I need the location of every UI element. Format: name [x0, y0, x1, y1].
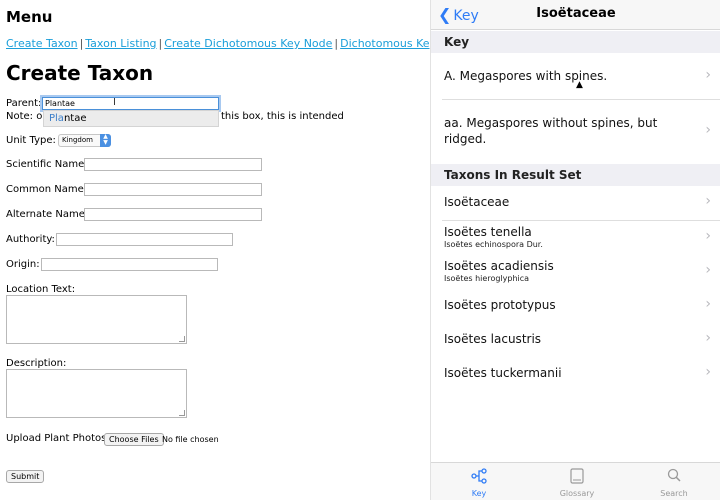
location-text-area[interactable] [6, 295, 187, 344]
taxon-name: Isoëtes lacustris [444, 332, 542, 346]
scientific-name-input[interactable] [84, 158, 262, 171]
origin-input[interactable] [41, 258, 218, 271]
common-name-input[interactable] [84, 183, 262, 196]
mouse-pointer-icon: ▲ [576, 80, 583, 90]
page-title: Create Taxon [6, 61, 154, 85]
taxon-name: Isoëtes prototypus [444, 298, 556, 312]
upload-photos-label: Upload Plant Photos: [6, 433, 110, 444]
nav-separator: | [334, 37, 339, 50]
description-text-area[interactable] [6, 369, 187, 418]
chevron-right-icon: › [705, 330, 711, 346]
nav-separator: | [158, 37, 163, 50]
submit-button[interactable]: Submit [6, 470, 45, 483]
taxon-name: Isoëtes acadiensis [444, 259, 554, 273]
choose-files-button[interactable]: Choose Files [104, 433, 164, 446]
taxon-name: Isoëtes tuckermanii [444, 366, 562, 380]
taxon-synonym: Isoëtes hieroglyphica [444, 274, 530, 283]
taxon-row[interactable]: Isoëtes tenella Isoëtes echinospora Dur.… [431, 221, 720, 255]
results-section-header: Taxons In Result Set [431, 164, 720, 186]
key-tree-icon [449, 468, 509, 486]
tab-label: Search [660, 489, 688, 498]
nav-separator: | [79, 37, 84, 50]
no-file-status: No file chosen [162, 435, 219, 444]
taxon-row[interactable]: Isoëtes tuckermanii › [431, 357, 720, 391]
authority-input[interactable] [56, 233, 233, 246]
autocomplete-suggestion[interactable]: Plantae [43, 110, 219, 127]
chevron-right-icon: › [705, 228, 711, 244]
note-suffix: this box, this is intended [221, 111, 344, 122]
tab-bar: Key Glossary Search [431, 462, 720, 500]
chevron-right-icon: › [705, 122, 711, 138]
taxon-row[interactable]: Isoëtaceae › [431, 186, 720, 220]
taxon-row[interactable]: Isoëtes prototypus › [431, 289, 720, 323]
link-taxon-listing[interactable]: Taxon Listing [85, 37, 156, 50]
scientific-name-label: Scientific Name: [6, 159, 88, 170]
link-create-taxon[interactable]: Create Taxon [6, 37, 78, 50]
unit-type-label: Unit Type: [6, 135, 56, 146]
search-icon [644, 468, 704, 486]
taxon-row[interactable]: Isoëtes acadiensis Isoëtes hieroglyphica… [431, 255, 720, 289]
select-arrows-icon: ▲ ▼ [100, 134, 111, 147]
autocomplete-match: Pla [49, 113, 64, 124]
ios-app-pane: ❮ Key Isoëtaceae Key A. Megaspores with s… [430, 0, 720, 500]
create-taxon-page: Menu Create Taxon | Taxon Listing | Create D… [0, 0, 476, 500]
key-option-label: aa. Megaspores without spines, but ridge… [444, 116, 658, 146]
tab-glossary[interactable]: Glossary [547, 468, 607, 498]
nav-title: Isoëtaceae [536, 6, 616, 21]
location-text-label: Location Text: [6, 284, 76, 295]
tab-label: Glossary [559, 489, 595, 498]
taxon-row[interactable]: Isoëtes lacustris › [431, 323, 720, 357]
parent-label: Parent: [6, 98, 42, 109]
alternate-name-label: Alternate Name: [6, 209, 89, 220]
common-name-label: Common Name: [6, 184, 88, 195]
authority-label: Authority: [6, 234, 55, 245]
description-label: Description: [6, 358, 67, 369]
unit-type-select[interactable]: Kingdom ▲ ▼ [58, 134, 111, 147]
parent-input[interactable] [42, 97, 219, 110]
tab-search[interactable]: Search [644, 468, 704, 498]
chevron-right-icon: › [705, 262, 711, 278]
menu-title: Menu [6, 8, 53, 26]
alternate-name-input[interactable] [84, 208, 262, 221]
autocomplete-rest: ntae [63, 113, 87, 124]
taxon-synonym: Isoëtes echinospora Dur. [444, 240, 543, 249]
book-icon [547, 468, 607, 486]
taxon-name: Isoëtaceae [444, 195, 510, 209]
text-cursor-icon: I [113, 97, 116, 108]
taxon-name: Isoëtes tenella [444, 225, 532, 239]
tab-key[interactable]: Key [449, 468, 509, 498]
key-option-row[interactable]: A. Megaspores with spines. › [431, 53, 720, 99]
key-option-row[interactable]: aa. Megaspores without spines, but ridge… [431, 100, 720, 162]
note-prefix: Note: o [6, 111, 43, 122]
unit-type-value: Kingdom [62, 136, 93, 144]
key-section-header: Key [431, 31, 720, 53]
resize-grip-icon[interactable] [179, 336, 185, 342]
chevron-right-icon: › [705, 67, 711, 83]
origin-label: Origin: [6, 259, 40, 270]
resize-grip-icon[interactable] [179, 410, 185, 416]
tab-label: Key [471, 489, 487, 498]
nav-bar: ❮ Key Isoëtaceae [431, 0, 720, 30]
chevron-right-icon: › [705, 193, 711, 209]
nav-links: Create Taxon | Taxon Listing | Create Dichot… [6, 37, 476, 50]
chevron-right-icon: › [705, 296, 711, 312]
link-create-dichotomous-key-node[interactable]: Create Dichotomous Key Node [164, 37, 332, 50]
chevron-right-icon: › [705, 364, 711, 380]
